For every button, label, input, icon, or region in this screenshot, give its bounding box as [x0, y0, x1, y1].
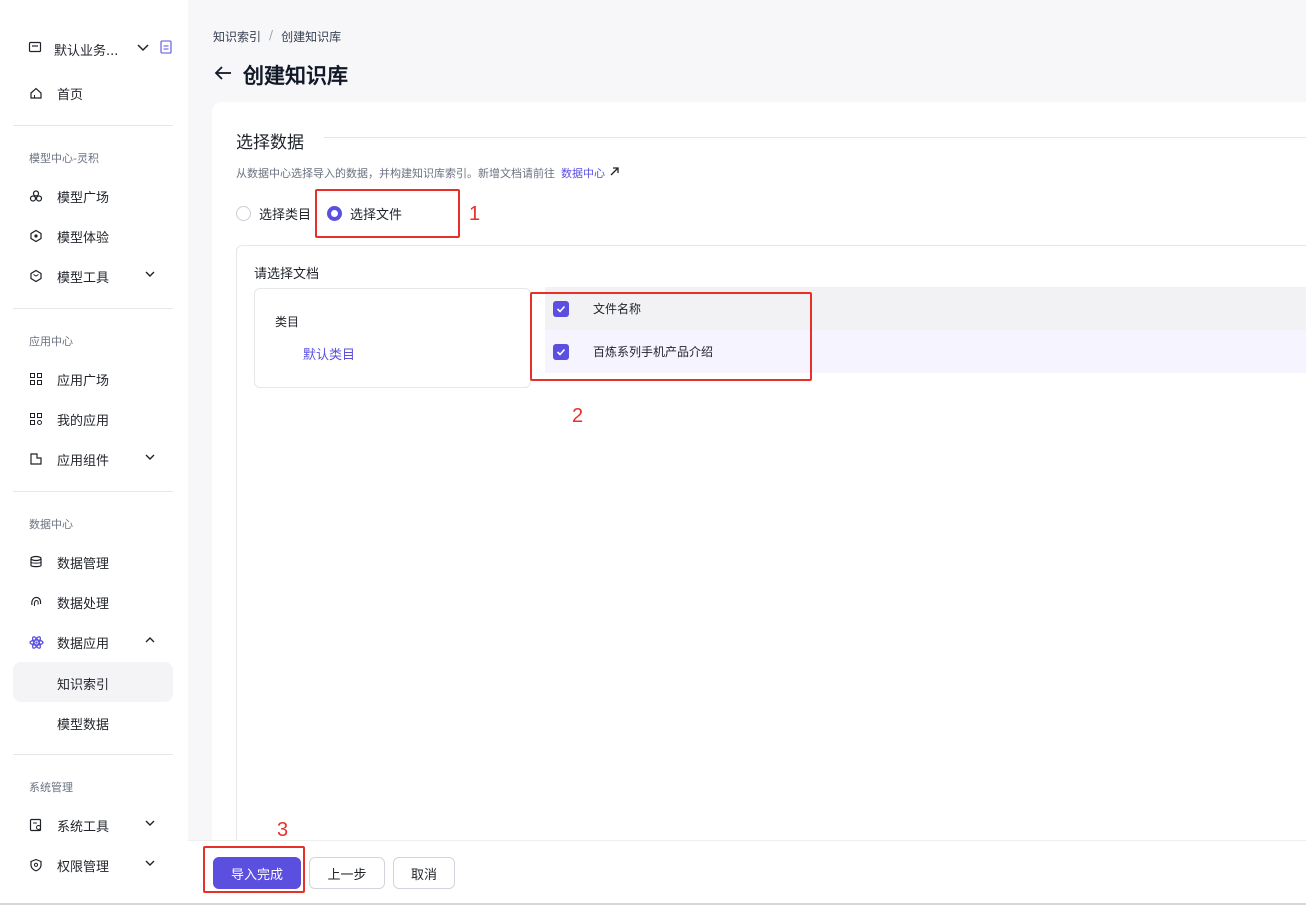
atom-icon [28, 634, 44, 650]
category-header: 类目 [275, 315, 300, 329]
page-title: 创建知识库 [243, 64, 348, 88]
workspace-icon [28, 40, 42, 58]
page-header: 创建知识库 [213, 60, 348, 90]
breadcrumb-separator: / [269, 28, 274, 42]
nav-data-management-label: 数据管理 [57, 556, 110, 572]
nav-data-processing-label: 数据处理 [57, 596, 110, 612]
data-center-link[interactable]: 数据中心 [561, 165, 605, 181]
category-item[interactable]: 默认类目 [303, 344, 355, 363]
divider [13, 125, 173, 126]
group-title-system: 系统管理 [29, 781, 73, 794]
nav-model-experience-label: 模型体验 [57, 230, 110, 246]
radio-select-category[interactable] [236, 206, 251, 221]
category-panel: 类目 默认类目 [254, 288, 531, 388]
annotation-label-2: 2 [572, 405, 584, 427]
nav-data-management[interactable]: 数据管理 [28, 551, 168, 573]
annotation-label-1: 1 [469, 203, 481, 225]
nav-my-apps[interactable]: 我的应用 [28, 408, 168, 430]
nav-app-square[interactable]: 应用广场 [28, 368, 168, 390]
back-arrow-icon[interactable] [213, 63, 233, 87]
previous-step-button[interactable]: 上一步 [309, 857, 385, 889]
annotation-box-2 [530, 292, 812, 381]
footer-actions: 导入完成 上一步 取消 [188, 840, 1306, 905]
document-picker-title: 请选择文档 [254, 267, 320, 282]
nav-permissions[interactable]: 权限管理 [28, 854, 168, 876]
fingerprint-icon [28, 594, 44, 610]
shield-icon [28, 857, 44, 873]
chevron-down-icon[interactable] [144, 817, 156, 833]
external-link-icon[interactable] [609, 166, 620, 180]
nav-app-components-label: 应用组件 [57, 453, 110, 469]
annotation-box-3 [203, 846, 305, 893]
nav-data-processing[interactable]: 数据处理 [28, 591, 168, 613]
breadcrumb-item[interactable]: 知识索引 [213, 28, 261, 45]
nav-data-application[interactable]: 数据应用 [28, 631, 168, 653]
chevron-down-icon[interactable] [136, 40, 150, 58]
section-divider [324, 137, 1306, 138]
nav-system-tools-label: 系统工具 [57, 819, 110, 835]
nav-model-tools-label: 模型工具 [57, 270, 110, 286]
divider [13, 308, 173, 309]
breadcrumb: 知识索引 / 创建知识库 [213, 28, 341, 45]
chevron-down-icon[interactable] [144, 857, 156, 873]
nav-home-label: 首页 [57, 87, 84, 103]
divider [13, 491, 173, 492]
divider [13, 754, 173, 755]
nav-sub-knowledge-index[interactable]: 知识索引 [57, 674, 109, 693]
model-square-icon [28, 188, 44, 204]
group-title-app: 应用中心 [29, 335, 73, 348]
chevron-down-icon[interactable] [144, 268, 156, 284]
component-icon [28, 451, 44, 467]
nav-my-apps-label: 我的应用 [57, 413, 110, 429]
breadcrumb-current: 创建知识库 [281, 30, 342, 44]
system-tools-icon [28, 817, 44, 833]
annotation-box-1 [315, 189, 460, 238]
group-title-data: 数据中心 [29, 518, 73, 531]
nav-model-square[interactable]: 模型广场 [28, 185, 168, 207]
my-apps-icon [28, 411, 44, 427]
grid-icon [28, 371, 44, 387]
hint-text: 从数据中心选择导入的数据，并构建知识库索引。新增文档请前往 [236, 167, 555, 180]
nav-model-tools[interactable]: 模型工具 [28, 265, 168, 287]
nav-data-application-label: 数据应用 [57, 636, 110, 652]
radio-select-category-label[interactable]: 选择类目 [259, 204, 311, 223]
nav-model-square-label: 模型广场 [57, 190, 110, 206]
model-experience-icon [28, 228, 44, 244]
section-hint: 从数据中心选择导入的数据，并构建知识库索引。新增文档请前往 数据中心 [236, 165, 620, 181]
database-icon [28, 554, 44, 570]
nav-system-tools[interactable]: 系统工具 [28, 814, 168, 836]
nav-model-experience[interactable]: 模型体验 [28, 225, 168, 247]
nav-sub-model-data[interactable]: 模型数据 [57, 714, 109, 733]
workspace-name: 默认业务... [54, 43, 119, 59]
annotation-label-3: 3 [277, 819, 289, 841]
home-icon [28, 85, 44, 101]
chevron-down-icon[interactable] [144, 451, 156, 467]
nav-app-square-label: 应用广场 [57, 373, 110, 389]
sidebar: 默认业务... 首页 模型中心-灵积 模型广场 模型体验 模型工具 应用中心 应… [0, 0, 188, 905]
nav-permissions-label: 权限管理 [57, 859, 110, 875]
section-title: 选择数据 [236, 133, 304, 153]
model-tools-icon [28, 268, 44, 284]
group-title-model: 模型中心-灵积 [29, 152, 99, 165]
cancel-button[interactable]: 取消 [393, 857, 455, 889]
nav-app-components[interactable]: 应用组件 [28, 448, 168, 470]
chevron-up-icon[interactable] [144, 634, 156, 650]
workspace-selector[interactable]: 默认业务... [28, 38, 178, 60]
nav-home[interactable]: 首页 [28, 82, 168, 104]
main-content: 知识索引 / 创建知识库 创建知识库 选择数据 从数据中心选择导入的数据，并构建… [188, 0, 1306, 905]
document-icon[interactable] [160, 40, 172, 58]
